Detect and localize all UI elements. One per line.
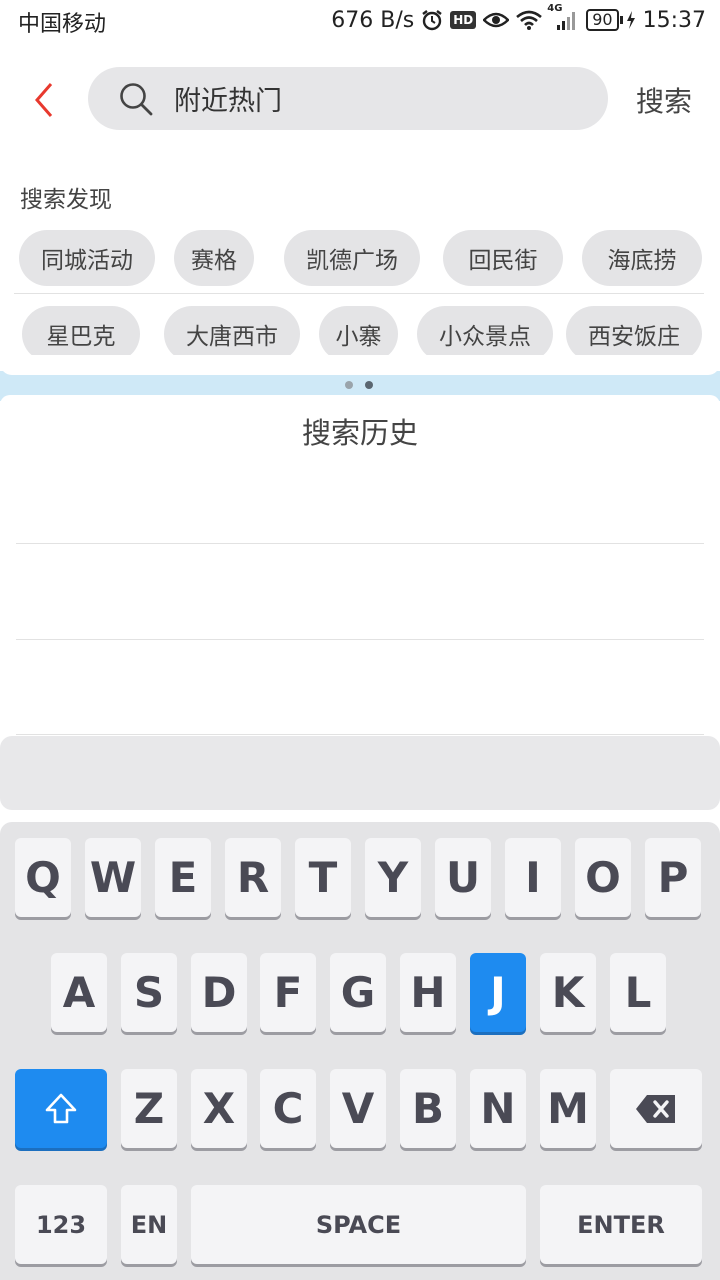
discover-tag[interactable]: 海底捞 <box>582 230 702 286</box>
key-o[interactable]: O <box>575 838 631 917</box>
discover-tag[interactable]: 星巴克 <box>22 306 140 362</box>
network-type: 4G <box>547 3 563 14</box>
search-button[interactable]: 搜索 <box>636 80 692 120</box>
key-y[interactable]: Y <box>365 838 421 917</box>
chevron-left-icon <box>35 83 53 117</box>
hd-badge: HD <box>450 11 477 29</box>
key-w[interactable]: W <box>85 838 141 917</box>
key-e[interactable]: E <box>155 838 211 917</box>
space-key[interactable]: SPACE <box>191 1185 526 1264</box>
discover-row-1: 同城活动 赛格 凯德广场 回民街 海底捞 <box>0 230 720 288</box>
key-q[interactable]: Q <box>15 838 71 917</box>
history-divider <box>16 734 704 735</box>
backspace-key[interactable] <box>610 1069 702 1148</box>
key-a[interactable]: A <box>51 953 107 1032</box>
key-d[interactable]: D <box>191 953 247 1032</box>
discover-label: 搜索发现 <box>20 187 112 213</box>
numbers-key[interactable]: 123 <box>15 1185 107 1264</box>
language-key[interactable]: EN <box>121 1185 177 1264</box>
shift-arrow-icon <box>45 1093 77 1123</box>
discover-tag[interactable]: 凯德广场 <box>284 230 420 286</box>
discover-panel-bottom <box>0 355 720 375</box>
backspace-icon <box>636 1094 675 1123</box>
discover-tag[interactable]: 赛格 <box>174 230 254 286</box>
clock-time: 15:37 <box>642 7 706 33</box>
history-divider <box>16 543 704 544</box>
key-b[interactable]: B <box>400 1069 456 1148</box>
discover-tag[interactable]: 回民街 <box>443 230 563 286</box>
tags-divider <box>14 293 704 294</box>
key-x[interactable]: X <box>191 1069 247 1148</box>
key-z[interactable]: Z <box>121 1069 177 1148</box>
shift-key[interactable] <box>15 1069 107 1148</box>
history-title: 搜索历史 <box>301 416 418 450</box>
key-s[interactable]: S <box>121 953 177 1032</box>
signal-icon: 4G <box>547 3 579 31</box>
history-divider <box>16 639 704 640</box>
key-r[interactable]: R <box>225 838 281 917</box>
charging-icon <box>626 11 636 29</box>
key-n[interactable]: N <box>470 1069 526 1148</box>
enter-key[interactable]: ENTER <box>540 1185 702 1264</box>
key-g[interactable]: G <box>330 953 386 1032</box>
key-k[interactable]: K <box>540 953 596 1032</box>
eye-icon <box>483 11 510 29</box>
discover-tag[interactable]: 西安饭庄 <box>566 306 702 362</box>
page-dot-active <box>365 381 373 389</box>
keyboard-suggestion-bar <box>0 736 720 810</box>
discover-tag[interactable]: 同城活动 <box>19 230 155 286</box>
status-icons: 676 B/s HD 4G 90 15:37 <box>331 3 706 35</box>
battery-indicator: 90 <box>586 9 624 31</box>
discover-tag[interactable]: 小寨 <box>319 306 398 362</box>
page-dot <box>345 381 353 389</box>
search-icon <box>120 83 153 116</box>
key-h[interactable]: H <box>400 953 456 1032</box>
discover-tag[interactable]: 小众景点 <box>417 306 553 362</box>
key-l[interactable]: L <box>610 953 666 1032</box>
key-v[interactable]: V <box>330 1069 386 1148</box>
back-button[interactable] <box>24 78 64 122</box>
carrier-name: 中国移动 <box>18 12 107 37</box>
key-i[interactable]: I <box>505 838 561 917</box>
key-m[interactable]: M <box>540 1069 596 1148</box>
key-c[interactable]: C <box>260 1069 316 1148</box>
search-bar[interactable] <box>88 67 608 130</box>
key-t[interactable]: T <box>295 838 351 917</box>
key-u[interactable]: U <box>435 838 491 917</box>
status-bar: 中国移动 676 B/s HD 4G 90 15:37 <box>0 0 720 40</box>
key-j[interactable]: J <box>470 953 526 1032</box>
page-indicator <box>345 381 373 389</box>
key-f[interactable]: F <box>260 953 316 1032</box>
discover-tag[interactable]: 大唐西市 <box>164 306 300 362</box>
keyboard: Q W E R T Y U I O P A S D F G H J K L Z … <box>0 822 720 1280</box>
alarm-icon <box>421 9 443 31</box>
net-speed: 676 B/s <box>331 7 415 33</box>
wifi-icon <box>516 10 543 30</box>
search-input[interactable] <box>174 77 584 120</box>
key-p[interactable]: P <box>645 838 701 917</box>
